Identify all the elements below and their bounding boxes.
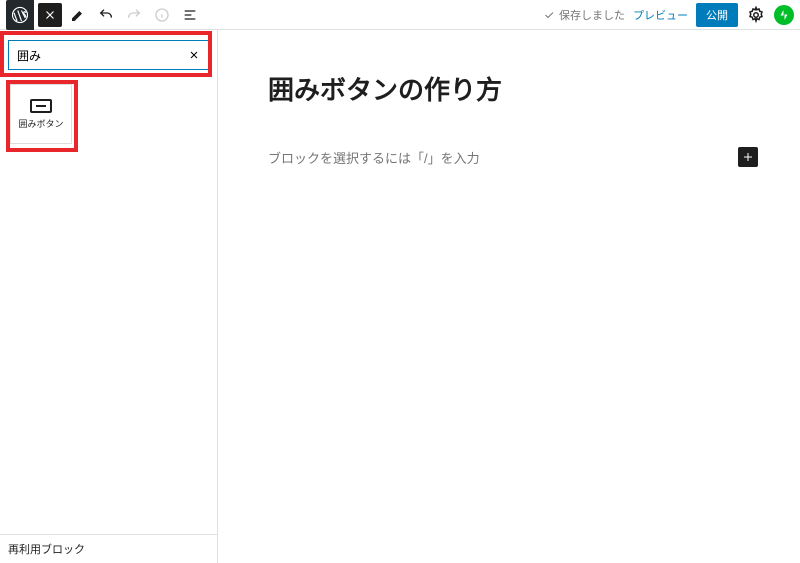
- publish-button[interactable]: 公開: [696, 3, 738, 27]
- info-icon[interactable]: [150, 3, 174, 27]
- post-title[interactable]: 囲みボタンの作り方: [268, 70, 780, 107]
- save-status: 保存しました: [543, 7, 625, 23]
- editor-canvas[interactable]: 囲みボタンの作り方 ブロックを選択するには「/」を入力: [218, 30, 800, 563]
- block-button-icon: [30, 99, 52, 113]
- clear-search-icon[interactable]: [184, 45, 204, 65]
- block-result-kakomi-button[interactable]: 囲みボタン: [10, 84, 72, 144]
- settings-gear-icon[interactable]: [744, 3, 768, 27]
- close-inserter-button[interactable]: [38, 3, 62, 27]
- block-search-box[interactable]: [8, 40, 209, 70]
- add-block-button[interactable]: [738, 147, 758, 167]
- undo-icon[interactable]: [94, 3, 118, 27]
- top-toolbar: 保存しました プレビュー 公開: [0, 0, 800, 30]
- block-placeholder-text[interactable]: ブロックを選択するには「/」を入力: [268, 148, 480, 167]
- edit-icon[interactable]: [66, 3, 90, 27]
- redo-icon: [122, 3, 146, 27]
- jetpack-icon[interactable]: [774, 5, 794, 25]
- save-status-text: 保存しました: [559, 7, 625, 23]
- reusable-blocks-link[interactable]: 再利用ブロック: [0, 534, 217, 563]
- block-inserter-sidebar: 囲みボタン 再利用ブロック: [0, 30, 218, 563]
- block-search-input[interactable]: [17, 48, 184, 62]
- outline-icon[interactable]: [178, 3, 202, 27]
- preview-button[interactable]: プレビュー: [633, 7, 688, 23]
- wordpress-logo-icon[interactable]: [6, 0, 34, 30]
- block-result-label: 囲みボタン: [18, 117, 63, 130]
